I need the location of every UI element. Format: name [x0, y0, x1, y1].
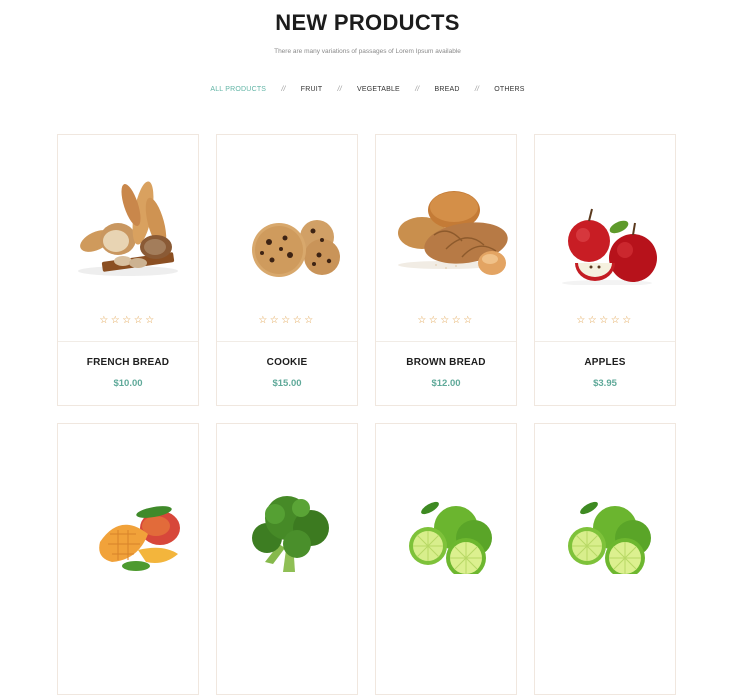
lime-image[interactable] — [386, 454, 508, 574]
product-price: $3.95 — [593, 378, 617, 389]
product-card[interactable]: ☆☆☆☆☆ BROWN BREAD $12.00 — [375, 134, 517, 406]
product-name[interactable]: BROWN BREAD — [376, 357, 516, 368]
filter-separator: // — [337, 86, 342, 93]
mango-image[interactable] — [68, 454, 190, 574]
card-divider — [535, 341, 675, 342]
french-bread-image[interactable] — [68, 165, 190, 285]
filter-tab-fruit[interactable]: FRUIT — [301, 86, 323, 93]
rating-stars: ☆☆☆☆☆ — [417, 315, 475, 326]
product-card[interactable]: ☆☆☆☆☆ FRENCH BREAD $10.00 — [57, 134, 199, 406]
product-card[interactable]: ☆☆☆☆☆ APPLES $3.95 — [534, 134, 676, 406]
lime-image[interactable] — [545, 454, 667, 574]
product-price: $12.00 — [431, 378, 461, 389]
product-card[interactable]: ☆☆☆☆☆ COOKIE $15.00 — [216, 134, 358, 406]
brown-bread-image[interactable] — [386, 165, 508, 285]
rating-stars: ☆☆☆☆☆ — [258, 315, 316, 326]
page-subtitle: There are many variations of passages of… — [274, 48, 461, 55]
product-card[interactable] — [57, 423, 199, 695]
product-name[interactable]: COOKIE — [217, 357, 357, 368]
filter-tab-all-products[interactable]: ALL PRODUCTS — [210, 86, 266, 93]
filter-separator: // — [281, 86, 286, 93]
product-name[interactable]: APPLES — [535, 357, 675, 368]
product-price: $15.00 — [272, 378, 302, 389]
rating-stars: ☆☆☆☆☆ — [99, 315, 157, 326]
page-title: NEW PRODUCTS — [275, 10, 460, 35]
product-filter-tabs: ALL PRODUCTS // FRUIT // VEGETABLE // BR… — [0, 86, 735, 93]
card-divider — [376, 341, 516, 342]
product-card[interactable] — [375, 423, 517, 695]
cookie-image[interactable] — [227, 165, 349, 285]
filter-separator: // — [474, 86, 480, 93]
filter-tab-bread[interactable]: BREAD — [435, 86, 460, 93]
product-price: $10.00 — [113, 378, 143, 389]
card-divider — [217, 341, 357, 342]
card-divider — [58, 341, 198, 342]
product-name[interactable]: FRENCH BREAD — [58, 357, 198, 368]
product-card[interactable] — [534, 423, 676, 695]
broccoli-image[interactable] — [227, 454, 349, 574]
apples-image[interactable] — [545, 165, 667, 285]
rating-stars: ☆☆☆☆☆ — [576, 315, 634, 326]
filter-separator: // — [415, 86, 420, 93]
product-card[interactable] — [216, 423, 358, 695]
filter-tab-vegetable[interactable]: VEGETABLE — [357, 86, 400, 93]
filter-tab-others[interactable]: OTHERS — [494, 86, 524, 93]
